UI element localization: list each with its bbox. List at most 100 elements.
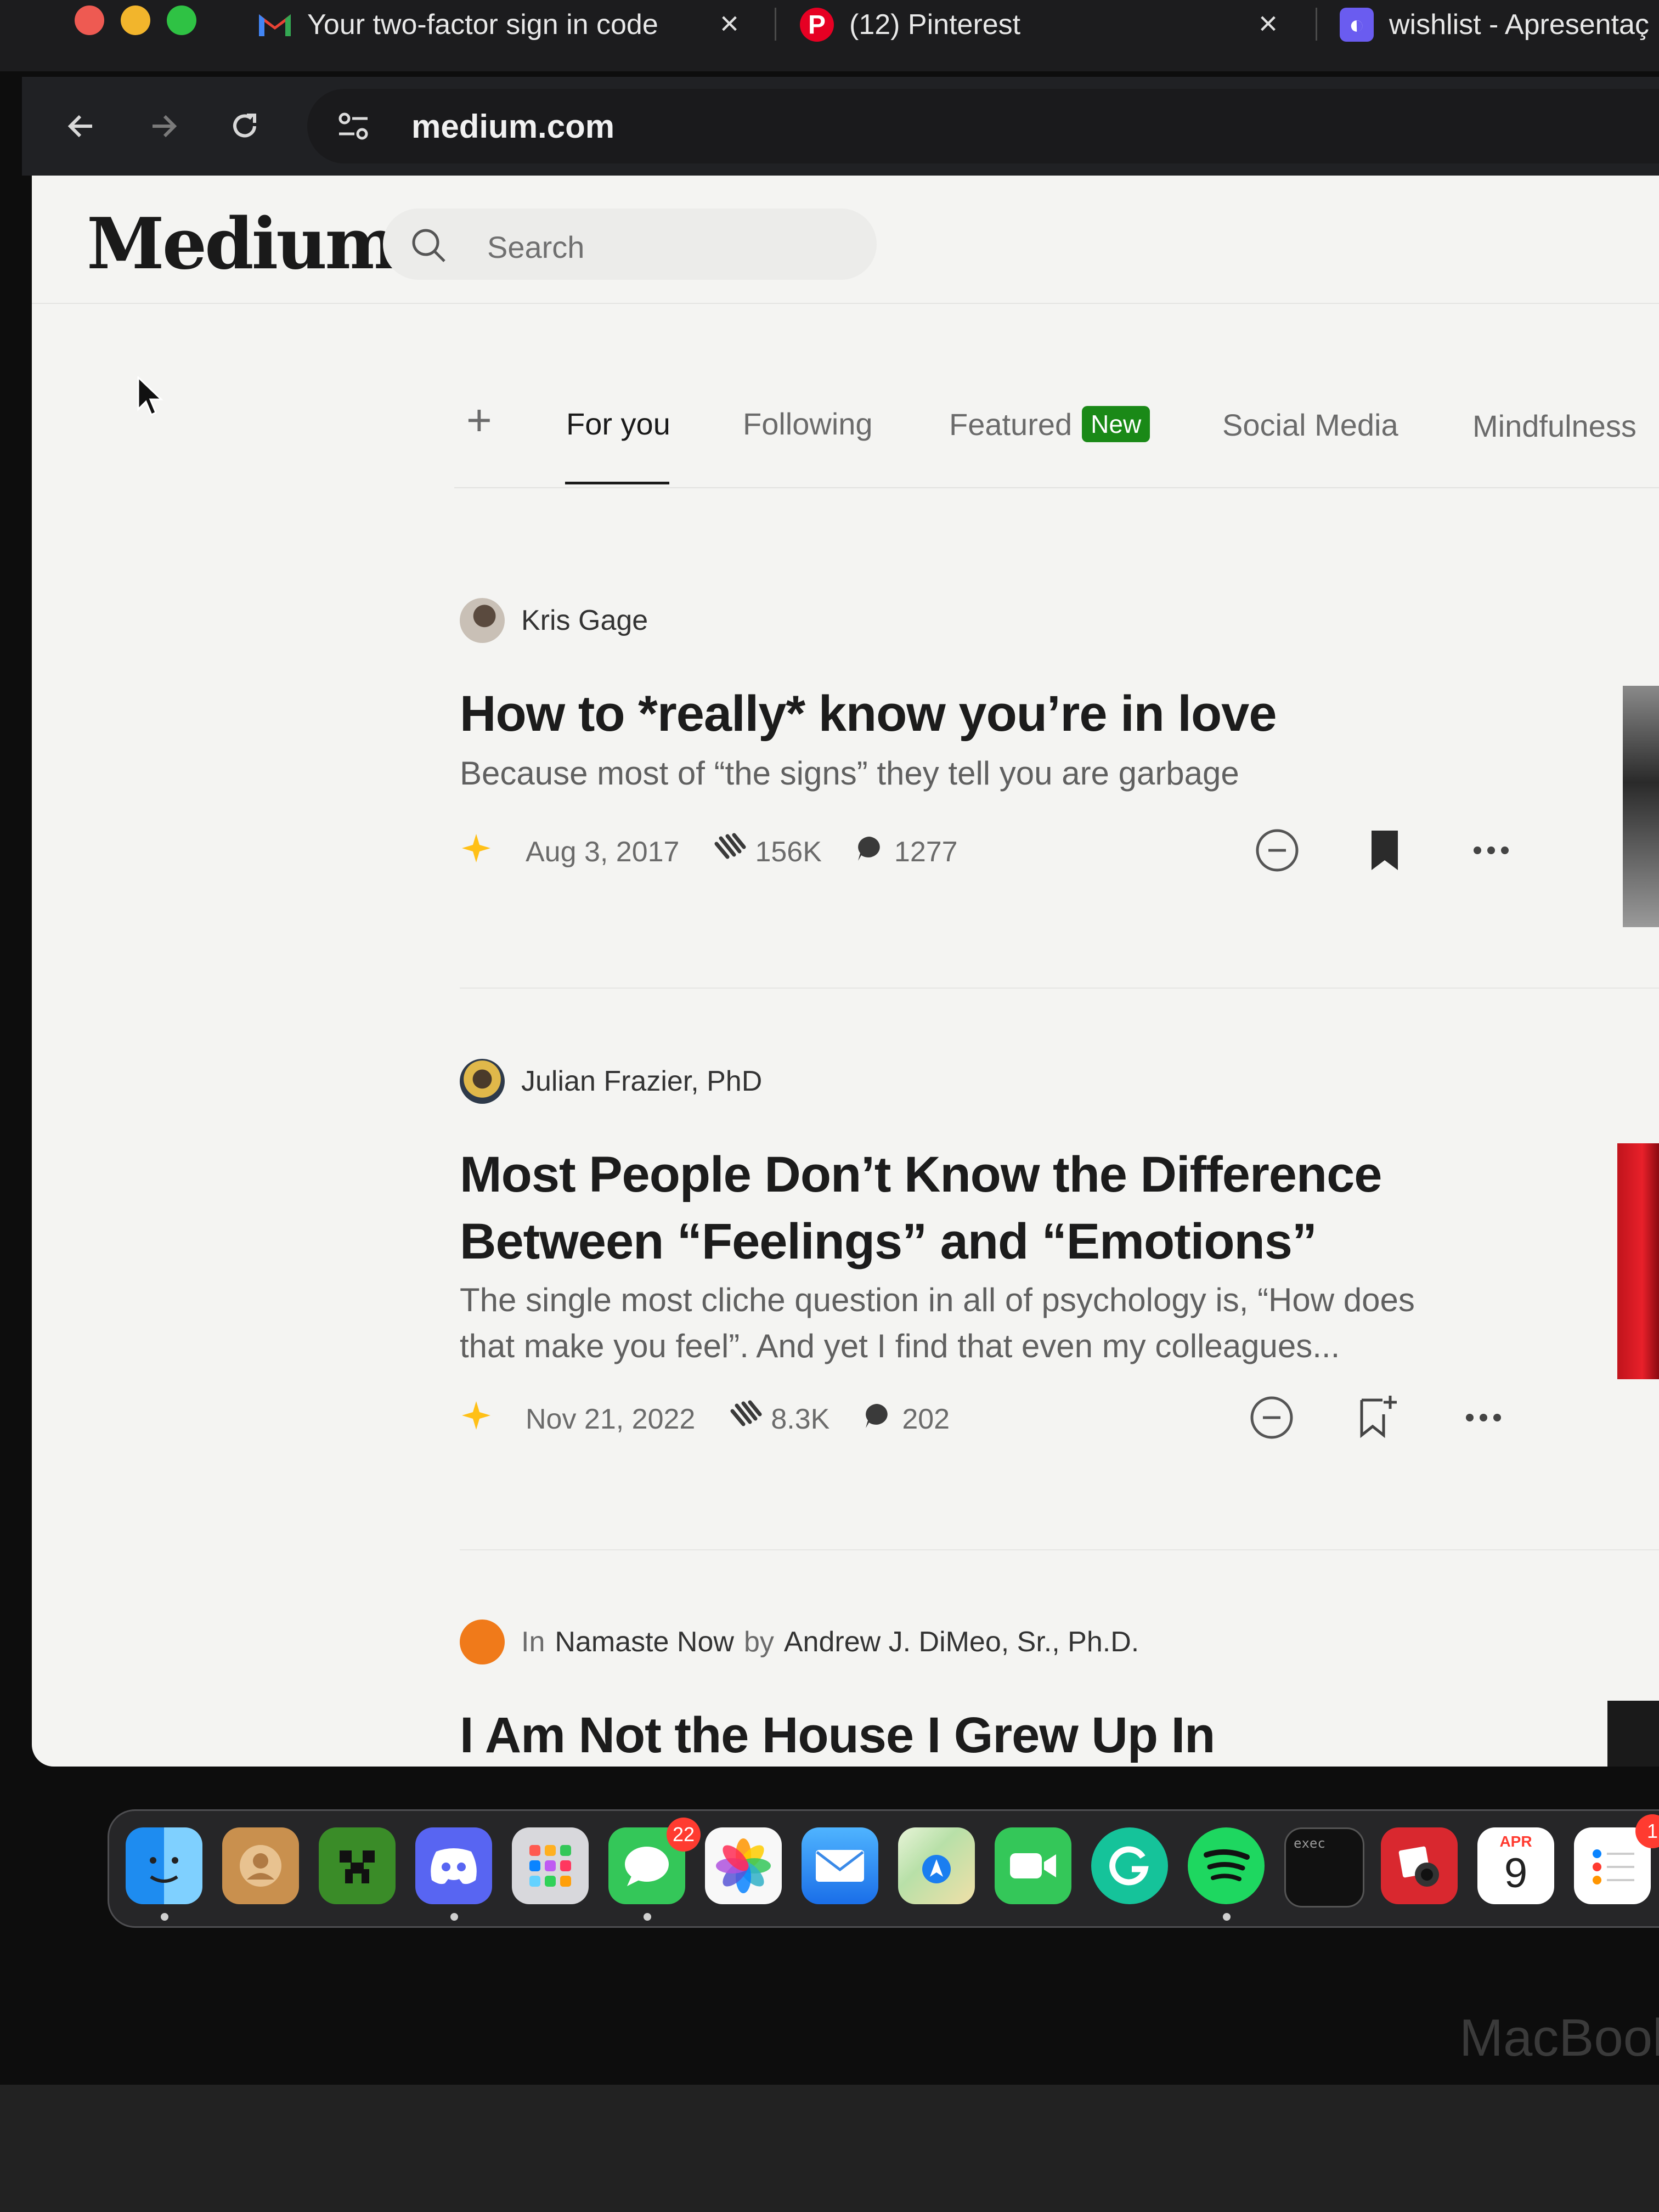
pinterest-icon: P (800, 8, 834, 42)
browser-tab-title: (12) Pinterest (849, 9, 1021, 41)
response-count: 202 (902, 1403, 950, 1435)
article-divider (460, 988, 1659, 989)
article-card[interactable]: Kris Gage How to *really* know you’re in… (460, 598, 1557, 905)
add-topic-button[interactable]: + (466, 395, 492, 445)
terminal-icon[interactable]: exec (1284, 1827, 1364, 1908)
article-card[interactable]: In Namaste Now by Andrew J. DiMeo, Sr., … (460, 1620, 1557, 1767)
article-meta: Aug 3, 2017 156K 1277 (460, 832, 958, 872)
publication-name[interactable]: Namaste Now (555, 1626, 734, 1658)
tab-separator (1316, 8, 1317, 41)
address-bar[interactable]: medium.com (307, 89, 1659, 163)
browser-tab-title: Your two-factor sign in code (307, 9, 658, 41)
tab-separator (775, 8, 776, 41)
search-icon (409, 226, 448, 267)
comment-icon (862, 1401, 892, 1437)
article-card[interactable]: Julian Frazier, PhD Most People Don’t Kn… (460, 1059, 1557, 1476)
article-meta: Nov 21, 2022 8.3K 202 (460, 1399, 950, 1439)
close-tab-icon[interactable]: × (1259, 4, 1278, 42)
show-less-icon[interactable] (1244, 1390, 1299, 1445)
author-row[interactable]: Julian Frazier, PhD (460, 1059, 762, 1104)
article-thumbnail[interactable] (1623, 686, 1659, 927)
publish-date: Aug 3, 2017 (526, 836, 680, 868)
tab-following[interactable]: Following (743, 406, 873, 442)
article-subtitle-line: The single most cliche question in all o… (460, 1282, 1415, 1318)
browser-tab-bar: Your two-factor sign in code × P (12) Pi… (0, 0, 1659, 71)
bookmark-add-icon[interactable] (1352, 1388, 1407, 1443)
minimize-window-button[interactable] (121, 5, 150, 35)
bookmark-filled-icon[interactable] (1357, 823, 1412, 878)
contacts-icon[interactable] (222, 1827, 299, 1904)
discord-icon[interactable] (415, 1827, 492, 1904)
response-count: 1277 (894, 836, 958, 868)
close-window-button[interactable] (75, 5, 104, 35)
search-placeholder: Search (487, 230, 585, 264)
site-settings-icon[interactable] (334, 106, 373, 149)
by-label: by (743, 1626, 774, 1658)
medium-logo[interactable]: Medium (87, 203, 399, 285)
author-name[interactable]: Julian Frazier, PhD (521, 1065, 762, 1098)
forward-icon[interactable] (136, 99, 191, 154)
article-thumbnail[interactable] (1607, 1701, 1659, 1767)
mail-icon[interactable] (802, 1827, 878, 1904)
mouse-cursor-icon (136, 375, 163, 420)
facetime-icon[interactable] (995, 1827, 1071, 1904)
running-indicator (161, 1913, 168, 1921)
grammarly-icon[interactable] (1091, 1827, 1168, 1904)
launchpad-icon[interactable] (512, 1827, 589, 1904)
article-title-line: Between “Feelings” and “Emotions” (460, 1214, 1317, 1269)
browser-tab-wishlist[interactable]: ◐ wishlist - Apresentaç (1340, 0, 1649, 49)
comment-icon (855, 833, 884, 870)
article-title[interactable]: How to *really* know you’re in love (460, 680, 1277, 747)
in-label: In (521, 1626, 545, 1658)
calendar-month: APR (1499, 1833, 1532, 1850)
macos-dock: 22 exec APR 9 1 (108, 1809, 1659, 1928)
fullscreen-window-button[interactable] (167, 5, 196, 35)
article-title[interactable]: Most People Don’t Know the Difference Be… (460, 1141, 1382, 1275)
photo-booth-icon[interactable] (1381, 1827, 1458, 1904)
browser-tab-gmail[interactable]: Your two-factor sign in code (258, 0, 658, 49)
tab-featured[interactable]: Featured New (949, 406, 1150, 442)
spotify-icon[interactable] (1188, 1827, 1265, 1904)
new-badge: New (1082, 406, 1150, 442)
gmail-icon (258, 8, 292, 42)
finder-icon[interactable] (126, 1827, 202, 1904)
photos-icon[interactable] (705, 1827, 782, 1904)
show-less-icon[interactable] (1250, 823, 1305, 878)
more-options-icon[interactable] (1464, 823, 1519, 878)
browser-toolbar: medium.com (22, 77, 1659, 176)
calendar-icon[interactable]: APR 9 (1477, 1827, 1554, 1904)
clap-count: 8.3K (771, 1403, 830, 1435)
article-divider (460, 1549, 1659, 1550)
author-name[interactable]: Kris Gage (521, 604, 648, 637)
maps-icon[interactable] (898, 1827, 975, 1904)
calendar-day: 9 (1504, 1850, 1528, 1897)
reload-icon[interactable] (217, 99, 272, 154)
publication-avatar[interactable] (460, 1620, 505, 1664)
article-subtitle: Because most of “the signs” they tell yo… (460, 755, 1239, 792)
minecraft-icon[interactable] (319, 1827, 396, 1904)
publish-date: Nov 21, 2022 (526, 1403, 696, 1435)
article-thumbnail[interactable] (1617, 1143, 1659, 1379)
tab-social-media[interactable]: Social Media (1222, 407, 1398, 443)
tab-mindfulness[interactable]: Mindfulness (1472, 408, 1637, 444)
article-title[interactable]: I Am Not the House I Grew Up In (460, 1702, 1215, 1767)
author-row[interactable]: Kris Gage (460, 598, 648, 643)
canva-icon: ◐ (1340, 8, 1374, 42)
search-input[interactable]: Search (383, 208, 877, 280)
tab-for-you[interactable]: For you (566, 406, 670, 442)
browser-tab-pinterest[interactable]: P (12) Pinterest (800, 0, 1020, 49)
author-name[interactable]: Andrew J. DiMeo, Sr., Ph.D. (784, 1626, 1139, 1658)
avatar[interactable] (460, 598, 505, 643)
author-row[interactable]: In Namaste Now by Andrew J. DiMeo, Sr., … (460, 1620, 1139, 1664)
more-options-icon[interactable] (1456, 1390, 1511, 1445)
back-icon[interactable] (54, 99, 109, 154)
macbook-label: MacBook (1459, 2008, 1659, 2067)
article-title-line: Most People Don’t Know the Difference (460, 1147, 1382, 1203)
browser-tab-title: wishlist - Apresentaç (1389, 9, 1649, 41)
avatar[interactable] (460, 1059, 505, 1104)
close-tab-icon[interactable]: × (720, 4, 739, 42)
running-indicator (644, 1913, 651, 1921)
clap-icon (712, 833, 747, 871)
star-icon (460, 1399, 493, 1439)
terminal-label: exec (1294, 1836, 1325, 1851)
